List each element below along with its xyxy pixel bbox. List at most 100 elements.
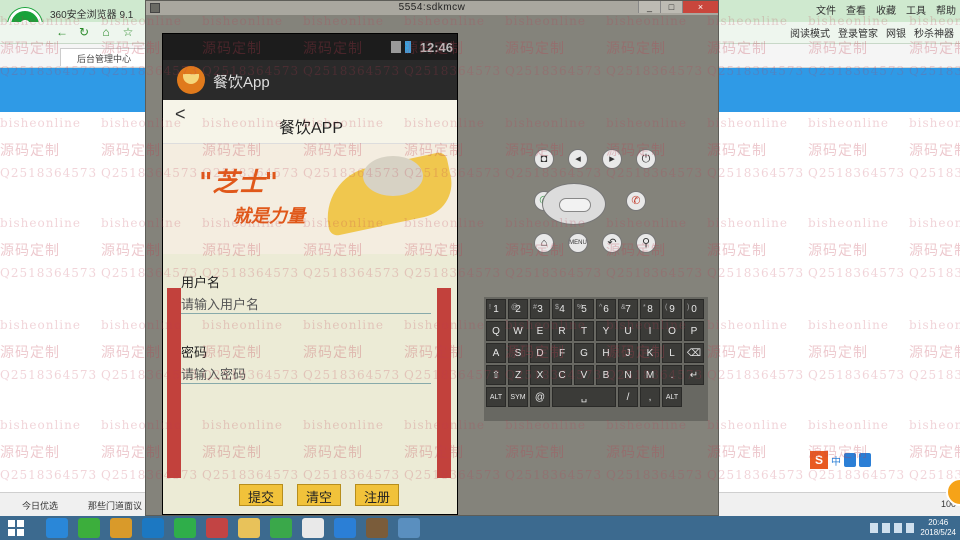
volume-down-icon[interactable]: ◂: [568, 149, 588, 169]
close-button[interactable]: ×: [682, 1, 718, 13]
key-v[interactable]: V: [574, 365, 594, 385]
key-c[interactable]: C: [552, 365, 572, 385]
menu-file[interactable]: 文件: [816, 2, 836, 17]
search-icon[interactable]: ⚲: [636, 233, 656, 253]
camera-icon[interactable]: ◘: [534, 149, 554, 169]
volume-up-icon[interactable]: ▸: [602, 149, 622, 169]
alt-key-left[interactable]: ALT: [486, 387, 506, 407]
home-icon[interactable]: ⌂: [98, 24, 114, 40]
key-9[interactable]: (9: [662, 299, 682, 319]
submit-button[interactable]: 提交: [239, 484, 284, 506]
maximize-button[interactable]: □: [660, 1, 682, 13]
back-icon[interactable]: ↶: [602, 233, 622, 253]
key-3[interactable]: #3: [530, 299, 550, 319]
star-icon[interactable]: ☆: [120, 24, 136, 40]
system-clock[interactable]: 20:46 2018/5/24: [920, 518, 956, 538]
window-icon[interactable]: [398, 518, 420, 538]
wechat-icon[interactable]: [270, 518, 292, 538]
key-1[interactable]: ! 1: [486, 299, 506, 319]
key-m[interactable]: M: [640, 365, 660, 385]
backspace-key-icon[interactable]: ⌫: [684, 343, 704, 363]
key-d[interactable]: D: [530, 343, 550, 363]
password-field[interactable]: 请输入密码: [181, 362, 431, 384]
tray-security-icon[interactable]: [906, 523, 915, 533]
register-button[interactable]: 注册: [355, 484, 400, 506]
key-p[interactable]: P: [684, 321, 704, 341]
sogou-ime-toolbar[interactable]: S 中: [810, 450, 871, 470]
sym-key[interactable]: SYM: [508, 387, 528, 407]
key-i[interactable]: I: [640, 321, 660, 341]
menu-tools[interactable]: 工具: [906, 2, 926, 17]
java-icon[interactable]: [302, 518, 324, 538]
end-call-icon[interactable]: ✆: [626, 191, 646, 211]
fav-bank[interactable]: 网银: [886, 25, 906, 40]
username-field[interactable]: 请输入用户名: [181, 292, 431, 314]
baidu-icon[interactable]: [142, 518, 164, 538]
key-t[interactable]: T: [574, 321, 594, 341]
menu-view[interactable]: 查看: [846, 2, 866, 17]
key-f[interactable]: F: [552, 343, 572, 363]
windows-start-icon[interactable]: [8, 520, 24, 536]
key-s[interactable]: S: [508, 343, 528, 363]
key-o[interactable]: O: [662, 321, 682, 341]
browser-tab[interactable]: 后台管理中心: [60, 48, 150, 66]
maxthon-icon[interactable]: [334, 518, 356, 538]
menu-help[interactable]: 帮助: [936, 2, 956, 17]
settings-icon[interactable]: [859, 453, 871, 467]
key-5[interactable]: % 5: [574, 299, 594, 319]
menu-favorites[interactable]: 收藏: [876, 2, 896, 17]
books-icon[interactable]: [110, 518, 132, 538]
menu-button[interactable]: MENU: [568, 233, 588, 253]
keyboard-icon[interactable]: [844, 453, 856, 467]
key-u[interactable]: U: [618, 321, 638, 341]
ie-icon[interactable]: [46, 518, 68, 538]
key-q[interactable]: Q: [486, 321, 506, 341]
key-0[interactable]: ) 0: [684, 299, 704, 319]
fav-login-manager[interactable]: 登录管家: [838, 25, 878, 40]
key-x[interactable]: X: [530, 365, 550, 385]
sogou-icon[interactable]: S: [810, 451, 828, 469]
security-icon[interactable]: [174, 518, 196, 538]
settings-icon[interactable]: [366, 518, 388, 538]
shift-key-icon[interactable]: ⇧: [486, 365, 506, 385]
key-g[interactable]: G: [574, 343, 594, 363]
key-e[interactable]: E: [530, 321, 550, 341]
browser-360-icon[interactable]: [78, 518, 100, 538]
key-h[interactable]: H: [596, 343, 616, 363]
key-j[interactable]: J: [618, 343, 638, 363]
dpad-center-button[interactable]: [559, 198, 591, 212]
key-b[interactable]: B: [596, 365, 616, 385]
key-slash[interactable]: /: [618, 387, 638, 407]
key-period[interactable]: .: [662, 365, 682, 385]
status-news[interactable]: 那些门道面议: [88, 499, 142, 512]
dpad[interactable]: [542, 183, 606, 225]
key-comma[interactable]: ,: [640, 387, 660, 407]
key-at[interactable]: @: [530, 387, 550, 407]
key-k[interactable]: K: [640, 343, 660, 363]
key-2[interactable]: @2: [508, 299, 528, 319]
space-key-icon[interactable]: ␣: [552, 387, 616, 407]
key-l[interactable]: L: [662, 343, 682, 363]
home-icon[interactable]: ⌂: [534, 233, 554, 253]
clear-button[interactable]: 清空: [297, 484, 342, 506]
fav-flash-sale[interactable]: 秒杀神器: [914, 25, 954, 40]
refresh-icon[interactable]: ↻: [76, 24, 92, 40]
key-z[interactable]: Z: [508, 365, 528, 385]
key-4[interactable]: $4: [552, 299, 572, 319]
tray-ime-icon[interactable]: [894, 523, 903, 533]
enter-key-icon[interactable]: ↵: [684, 365, 704, 385]
minimize-button[interactable]: _: [638, 1, 660, 13]
key-y[interactable]: Y: [596, 321, 616, 341]
back-arrow-icon[interactable]: ←: [54, 24, 70, 40]
folder-icon[interactable]: [238, 518, 260, 538]
fav-reading-mode[interactable]: 阅读模式: [790, 25, 830, 40]
key-a[interactable]: A: [486, 343, 506, 363]
alt-key-right[interactable]: ALT: [662, 387, 682, 407]
key-6[interactable]: ^ 6: [596, 299, 616, 319]
tray-volume-icon[interactable]: [882, 523, 891, 533]
media-icon[interactable]: [206, 518, 228, 538]
tray-network-icon[interactable]: [870, 523, 879, 533]
key-w[interactable]: W: [508, 321, 528, 341]
power-icon[interactable]: ⏻: [636, 149, 656, 169]
key-r[interactable]: R: [552, 321, 572, 341]
